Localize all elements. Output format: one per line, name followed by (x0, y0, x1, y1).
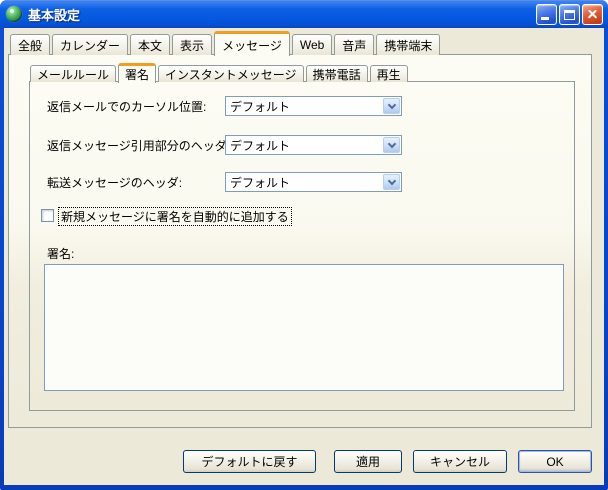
restore-defaults-button[interactable]: デフォルトに戻す (183, 450, 316, 473)
signature-textarea[interactable] (44, 264, 564, 391)
minimize-button[interactable] (536, 3, 557, 25)
tab-mobile-device[interactable]: 携帯端末 (376, 34, 441, 55)
settings-dialog: 基本設定 全般 カレンダー 本文 表示 メッセージ Web 音声 携帯端末 メー… (0, 0, 608, 490)
primary-tab-bar: 全般 カレンダー 本文 表示 メッセージ Web 音声 携帯端末 (10, 31, 442, 56)
tab-mail-rules[interactable]: メールルール (30, 65, 117, 82)
apply-button[interactable]: 適用 (334, 450, 402, 473)
signature-tab-panel: 返信メールでのカーソル位置: デフォルト 返信メッセージ引用部分のヘッダ: デフ… (29, 81, 575, 411)
tab-mobile-phone[interactable]: 携帯電話 (305, 65, 368, 82)
dropdown-arrow-button[interactable] (383, 174, 400, 190)
secondary-tab-bar: メールルール 署名 インスタントメッセージ 携帯電話 再生 (30, 62, 410, 83)
tab-calendar[interactable]: カレンダー (52, 34, 129, 55)
signature-label: 署名: (47, 247, 75, 261)
tab-playback[interactable]: 再生 (369, 65, 408, 82)
reply-cursor-position-label: 返信メールでのカーソル位置: (47, 100, 207, 114)
chevron-down-icon (387, 100, 396, 109)
dialog-client-area: 全般 カレンダー 本文 表示 メッセージ Web 音声 携帯端末 メールルール … (4, 28, 604, 485)
auto-signature-label[interactable]: 新規メッセージに署名を自動的に追加する (58, 207, 292, 226)
dropdown-arrow-button[interactable] (383, 137, 400, 153)
maximize-icon (564, 9, 575, 20)
forward-header-value: デフォルト (230, 175, 291, 190)
maximize-button[interactable] (559, 3, 580, 25)
titlebar[interactable]: 基本設定 (0, 0, 608, 28)
chevron-down-icon (387, 176, 396, 185)
forward-header-select[interactable]: デフォルト (225, 172, 402, 192)
reply-quote-header-label: 返信メッセージ引用部分のヘッダ: (47, 139, 231, 153)
chevron-down-icon (387, 139, 396, 148)
close-button[interactable] (582, 3, 603, 25)
reply-quote-header-value: デフォルト (230, 138, 291, 153)
window-title: 基本設定 (28, 7, 81, 23)
tab-body[interactable]: 本文 (130, 34, 171, 55)
forward-header-label: 転送メッセージのヘッダ: (47, 176, 183, 190)
tab-instant-message[interactable]: インスタントメッセージ (158, 65, 304, 82)
tab-display[interactable]: 表示 (172, 34, 213, 55)
reply-cursor-position-select[interactable]: デフォルト (225, 96, 402, 116)
cancel-button[interactable]: キャンセル (413, 450, 507, 473)
dropdown-arrow-button[interactable] (383, 98, 400, 114)
close-icon (586, 8, 599, 21)
auto-signature-checkbox[interactable] (41, 209, 54, 222)
minimize-icon (541, 16, 549, 20)
message-tab-panel: メールルール 署名 インスタントメッセージ 携帯電話 再生 返信メールでのカーソ… (8, 54, 592, 428)
tab-signature[interactable]: 署名 (118, 63, 157, 83)
reply-quote-header-select[interactable]: デフォルト (225, 135, 402, 155)
app-icon (6, 6, 22, 22)
tab-general[interactable]: 全般 (10, 34, 51, 55)
tab-web[interactable]: Web (291, 34, 333, 55)
ok-button[interactable]: OK (518, 450, 592, 473)
tab-audio[interactable]: 音声 (334, 34, 375, 55)
tab-message[interactable]: メッセージ (214, 31, 290, 56)
reply-cursor-position-value: デフォルト (230, 99, 291, 114)
